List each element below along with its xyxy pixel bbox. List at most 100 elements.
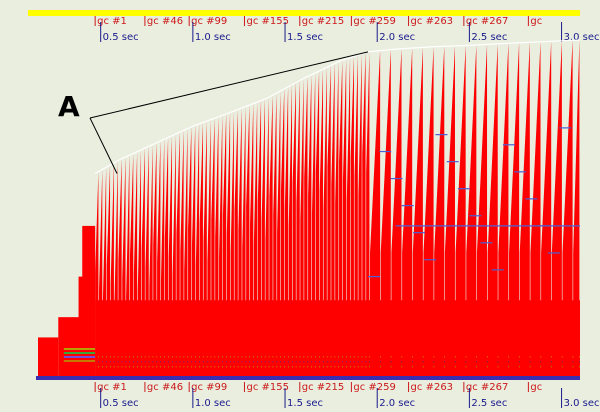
- gc-cycle-sawtooth: [391, 48, 402, 379]
- gc-cycle-sawtooth: [110, 162, 114, 378]
- gc-cycle-sawtooth: [319, 68, 323, 379]
- gc-cycle-sawtooth: [99, 169, 103, 378]
- gc-cycle-sawtooth: [362, 52, 366, 378]
- gc-cycle-sawtooth: [323, 67, 327, 378]
- gc-cycle-sawtooth: [541, 41, 552, 379]
- gc-cycle-sawtooth: [358, 53, 362, 379]
- gc-marker-label: gc #46: [147, 382, 183, 393]
- gc-cycle-sawtooth: [234, 109, 238, 379]
- gc-cycle-sawtooth: [327, 65, 331, 379]
- gc-cycle-sawtooth: [280, 88, 285, 378]
- gc-cycle-sawtooth: [296, 80, 300, 378]
- time-tick-label: 2.0 sec: [379, 398, 415, 409]
- generation-band: [63, 356, 96, 358]
- gc-marker-label: gc: [530, 16, 542, 27]
- gc-cycle-sawtooth: [304, 76, 308, 379]
- gc-cycle-sawtooth: [380, 49, 391, 378]
- gc-cycle-sawtooth: [242, 106, 246, 378]
- gc-cycle-sawtooth: [95, 171, 99, 378]
- gc-cycle-sawtooth: [370, 50, 381, 379]
- gc-cycle-sawtooth: [188, 126, 192, 378]
- gc-heap-chart: gc #1 gc #46 gc #99 gc #155 gc #215 gc #259 gc…: [28, 10, 600, 409]
- gc-marker-label: gc #46: [147, 16, 183, 27]
- gc-cycle-sawtooth: [257, 100, 262, 379]
- gc-cycle-sawtooth: [284, 86, 289, 379]
- gc-cycle-sawtooth: [551, 40, 562, 379]
- gc-cycle-sawtooth: [133, 151, 138, 378]
- generation-band: [63, 360, 96, 362]
- gc-cycle-sawtooth: [106, 164, 111, 378]
- gc-cycle-sawtooth: [342, 58, 347, 378]
- gc-cycle-sawtooth: [126, 155, 130, 378]
- gc-cycle-sawtooth: [122, 156, 126, 378]
- gc-cycle-sawtooth: [277, 90, 281, 378]
- time-tick-label: 1.5 sec: [287, 32, 323, 43]
- gc-cycle-sawtooth: [346, 57, 351, 379]
- gc-cycle-sawtooth: [455, 45, 466, 378]
- gc-cycle-sawtooth: [203, 120, 207, 378]
- gc-cycle-sawtooth: [366, 51, 370, 378]
- gc-marker-label: gc #263: [411, 16, 454, 27]
- time-tick-label: 0.5 sec: [103, 32, 139, 43]
- pre-gc-allocation-step: [38, 337, 59, 378]
- bottom-time-axis: gc #1 gc #46 gc #99 gc #155 gc #215 gc #259 gc…: [36, 376, 600, 409]
- gc-marker-label: gc #155: [246, 16, 289, 27]
- gc-cycle-sawtooth: [265, 96, 269, 379]
- gc-cycle-sawtooth: [211, 118, 215, 378]
- gc-cycle-sawtooth: [308, 74, 312, 379]
- gc-cycle-sawtooth: [222, 113, 227, 379]
- annotation-label: A: [58, 90, 80, 123]
- time-tick-label: 1.5 sec: [287, 398, 323, 409]
- heap-plot-area: [38, 39, 581, 379]
- gc-cycle-sawtooth: [423, 46, 434, 379]
- gc-marker-label: gc #263: [411, 382, 454, 393]
- gc-cycle-sawtooth: [562, 40, 573, 378]
- gc-cycle-sawtooth: [160, 139, 165, 378]
- time-tick-label: 1.0 sec: [195, 398, 231, 409]
- gc-cycle-sawtooth: [118, 158, 122, 378]
- gc-cycle-sawtooth: [195, 123, 200, 378]
- gc-cycle-sawtooth: [315, 70, 320, 379]
- gc-cycle-sawtooth: [412, 47, 423, 379]
- gc-cycle-sawtooth: [292, 82, 296, 378]
- gc-marker-label: gc: [530, 382, 542, 393]
- gc-cycle-sawtooth: [530, 41, 541, 378]
- gc-cycle-sawtooth: [129, 153, 134, 378]
- gc-cycle-sawtooth: [184, 128, 188, 378]
- gc-cycle-sawtooth: [114, 160, 118, 378]
- gc-cycle-sawtooth: [157, 140, 161, 378]
- gc-cycle-sawtooth: [219, 115, 223, 378]
- gc-cycle-sawtooth: [311, 72, 316, 378]
- gc-cycle-sawtooth: [191, 125, 196, 378]
- time-tick-label: 3.0 sec: [564, 398, 600, 409]
- gc-marker-label: gc #1: [97, 16, 127, 27]
- gc-cycle-sawtooth: [207, 119, 211, 379]
- gc-cycle-sawtooth: [246, 104, 250, 379]
- gc-cycle-sawtooth: [354, 54, 358, 378]
- time-tick-label: 2.5 sec: [471, 398, 507, 409]
- annotation-callout-line: [89, 117, 118, 174]
- gc-cycle-sawtooth: [434, 46, 445, 379]
- gc-cycle-sawtooth: [509, 42, 520, 378]
- gc-cycle-sawtooth: [230, 110, 234, 378]
- axis-baseline: [36, 376, 580, 380]
- gc-cycle-sawtooth: [261, 98, 265, 379]
- gc-cycle-sawtooth: [172, 133, 176, 378]
- time-tick-label: 1.0 sec: [195, 32, 231, 43]
- top-time-axis: gc #1 gc #46 gc #99 gc #155 gc #215 gc #259 gc…: [28, 10, 600, 43]
- gc-marker-label: gc #267: [466, 16, 509, 27]
- gc-cycle-sawtooth: [288, 84, 292, 378]
- generation-band: [63, 348, 96, 350]
- time-tick-label: 2.5 sec: [471, 32, 507, 43]
- gc-cycle-sawtooth: [573, 40, 580, 378]
- time-tick-label: 0.5 sec: [103, 398, 139, 409]
- gc-marker-label: gc #267: [466, 382, 509, 393]
- gc-marker-label: gc #155: [246, 382, 289, 393]
- gc-marker-label: gc #259: [353, 382, 396, 393]
- gc-cycle-sawtooth: [137, 149, 142, 378]
- gc-cycle-sawtooth: [102, 166, 107, 378]
- gc-cycle-sawtooth: [149, 144, 153, 378]
- gc-cycle-sawtooth: [215, 116, 219, 379]
- time-tick-label: 2.0 sec: [379, 32, 415, 43]
- gc-cycle-sawtooth: [339, 60, 343, 378]
